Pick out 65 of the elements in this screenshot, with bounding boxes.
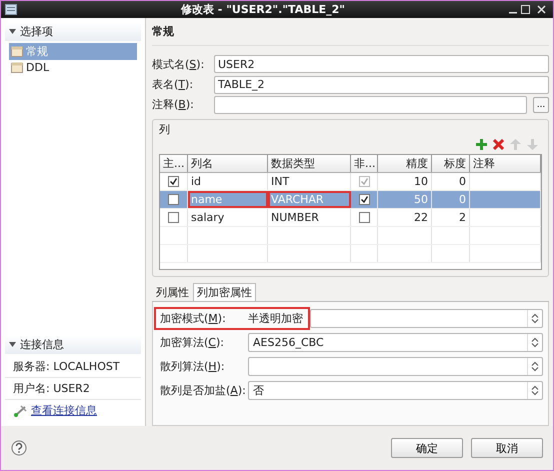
dropdown-field[interactable]: 否 xyxy=(248,380,543,400)
table-cell: 50 xyxy=(378,191,432,208)
field-label: 加密模式(M): xyxy=(159,310,227,326)
sidebar-item[interactable]: DDL xyxy=(9,60,137,75)
table-cell: 10 xyxy=(378,173,432,190)
table-cell: salary xyxy=(188,209,268,226)
checkbox[interactable] xyxy=(358,194,370,206)
table-cell: INT xyxy=(268,173,351,190)
dialog-button[interactable]: 取消 xyxy=(471,438,543,458)
checkbox[interactable] xyxy=(358,212,370,224)
table-cell: 2 xyxy=(432,209,470,226)
dropdown-field[interactable] xyxy=(248,356,543,376)
table-cell: name xyxy=(188,191,268,208)
table-cell: NUMBER xyxy=(268,209,351,226)
add-icon[interactable] xyxy=(476,139,487,150)
column-header[interactable]: 列名 xyxy=(188,155,268,172)
server-label: 服务器: LOCALHOST xyxy=(13,360,120,373)
browse-button[interactable]: ... xyxy=(533,96,549,113)
table-row[interactable]: salary NUMBER 22 2 xyxy=(160,209,541,228)
group-title: 列 xyxy=(159,122,170,138)
column-header[interactable]: 标度 xyxy=(432,155,470,172)
field-label: 表名(T): xyxy=(152,77,194,92)
collapse-arrow-icon[interactable] xyxy=(9,29,16,34)
tab[interactable]: 列加密属性 xyxy=(193,283,256,302)
connection-info-link[interactable]: 查看连接信息 xyxy=(31,403,97,418)
dropdown-field[interactable] xyxy=(310,308,543,328)
column-header[interactable]: 数据类型 xyxy=(268,155,351,172)
section-title: 选择项 xyxy=(20,24,53,39)
table-cell: 0 xyxy=(432,173,470,190)
table-cell: VARCHAR xyxy=(268,191,351,208)
window-title: 修改表 - "USER2"."TABLE_2" xyxy=(180,2,346,17)
table-cell: id xyxy=(188,173,268,190)
checkbox[interactable] xyxy=(168,212,179,224)
combo-value: 半透明加密 xyxy=(248,310,303,326)
dialog-button[interactable]: 确定 xyxy=(391,438,463,458)
delete-icon[interactable] xyxy=(493,139,504,150)
field-label: 加密算法(C): xyxy=(159,334,225,350)
user-label: 用户名: USER2 xyxy=(13,382,90,395)
checkbox[interactable] xyxy=(168,176,179,188)
collapse-arrow-icon[interactable] xyxy=(9,342,16,347)
field-label: 散列是否加盐(A): xyxy=(159,382,244,398)
connection-icon xyxy=(13,404,27,416)
help-icon[interactable] xyxy=(11,440,27,456)
field-label: 模式名(S): xyxy=(152,56,206,72)
table-icon xyxy=(11,46,23,57)
column-header[interactable]: 非... xyxy=(351,155,378,172)
table-icon xyxy=(11,62,23,73)
close-icon[interactable] xyxy=(537,5,546,14)
column-header[interactable]: 精度 xyxy=(378,155,432,172)
page-title: 常规 xyxy=(152,18,549,46)
input-field[interactable]: USER2 xyxy=(214,55,549,74)
input-field[interactable]: TABLE_2 xyxy=(214,76,549,94)
field-label: 散列算法(H): xyxy=(159,358,226,374)
window-icon xyxy=(5,4,17,15)
table-cell: 0 xyxy=(432,191,470,208)
input-field[interactable] xyxy=(214,96,527,114)
column-header[interactable]: 注释 xyxy=(470,155,541,172)
field-label: 注释(B): xyxy=(152,97,195,112)
table-cell: 22 xyxy=(378,209,432,226)
maximize-icon[interactable] xyxy=(521,5,530,14)
tab[interactable]: 列属性 xyxy=(152,283,193,302)
checkbox[interactable] xyxy=(168,194,179,206)
column-header[interactable]: 主... xyxy=(160,155,188,172)
dropdown-field[interactable]: AES256_CBC xyxy=(248,332,543,352)
section-title: 连接信息 xyxy=(20,337,64,352)
